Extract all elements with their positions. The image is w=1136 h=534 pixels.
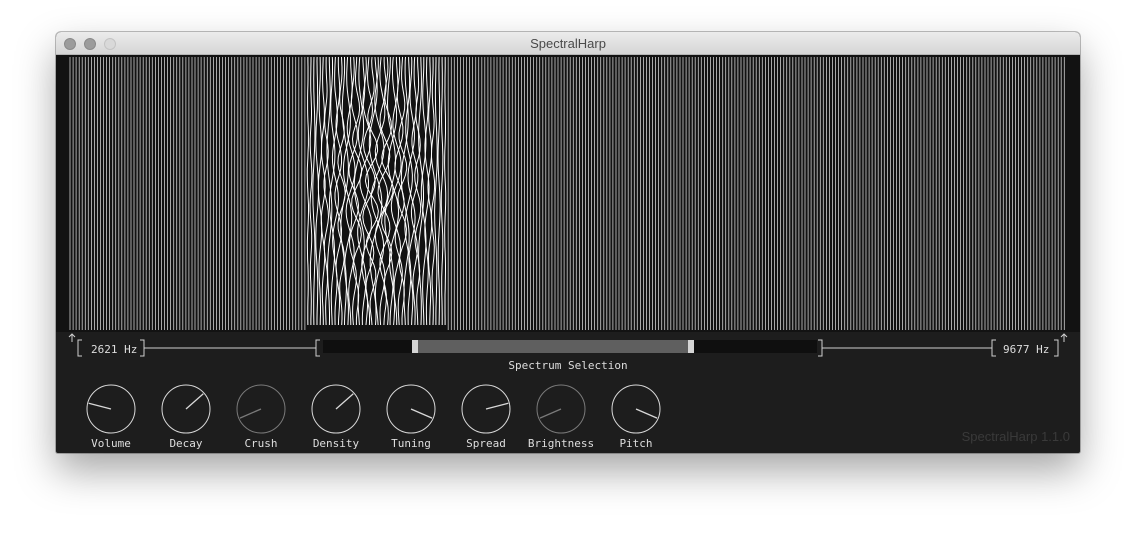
knob-pointer xyxy=(539,408,562,419)
knob-pointer xyxy=(485,402,509,410)
knob-pitch[interactable]: Pitch xyxy=(610,383,662,450)
app-window: SpectralHarp 2621 Hz 9677 Hz Spectrum Se… xyxy=(56,32,1080,453)
spectrum-selection-fill[interactable] xyxy=(417,340,688,353)
density-dial[interactable] xyxy=(310,383,362,435)
knob-pointer xyxy=(88,402,112,410)
knob-pointer xyxy=(185,393,204,410)
range-end-handle[interactable] xyxy=(688,340,694,353)
knob-pointer xyxy=(239,408,262,419)
knob-density[interactable]: Density xyxy=(310,383,362,450)
knob-brightness[interactable]: Brightness xyxy=(528,383,594,450)
harp-string xyxy=(430,56,436,326)
title-bar: SpectralHarp xyxy=(56,32,1080,55)
knob-label-crush: Crush xyxy=(244,437,278,450)
high-frequency-value[interactable]: 9677 Hz xyxy=(1003,343,1049,356)
harp-string xyxy=(312,56,316,326)
range-start-handle[interactable] xyxy=(412,340,418,353)
knob-crush[interactable]: Crush xyxy=(235,383,287,450)
version-label: SpectralHarp 1.1.0 xyxy=(961,429,1070,444)
harp-string xyxy=(444,57,447,325)
volume-dial[interactable] xyxy=(85,383,137,435)
crush-dial[interactable] xyxy=(235,383,287,435)
low-frequency-value[interactable]: 2621 Hz xyxy=(91,343,137,356)
knob-label-volume: Volume xyxy=(91,437,131,450)
knob-label-brightness: Brightness xyxy=(527,437,595,450)
spectrum-selection-label: Spectrum Selection xyxy=(508,359,628,372)
harp-string xyxy=(437,56,441,326)
harp-string xyxy=(309,57,313,325)
spectrum-strings-display[interactable] xyxy=(56,55,1080,332)
knob-decay[interactable]: Decay xyxy=(160,383,212,450)
tuning-dial[interactable] xyxy=(385,383,437,435)
knob-pointer xyxy=(335,393,354,410)
decay-dial[interactable] xyxy=(160,383,212,435)
knob-spread[interactable]: Spread xyxy=(460,383,512,450)
brightness-dial[interactable] xyxy=(535,383,587,435)
knob-label-density: Density xyxy=(312,437,360,450)
spread-dial[interactable] xyxy=(460,383,512,435)
harp-string xyxy=(345,57,356,326)
pitch-dial[interactable] xyxy=(610,383,662,435)
knob-tuning[interactable]: Tuning xyxy=(385,383,437,450)
knob-label-tuning: Tuning xyxy=(391,437,431,450)
knob-label-spread: Spread xyxy=(466,437,506,450)
knob-label-decay: Decay xyxy=(169,437,203,450)
knob-pointer xyxy=(410,408,433,419)
harp-string xyxy=(427,57,433,325)
harp-string xyxy=(404,56,413,326)
harp-string xyxy=(440,57,444,325)
knob-label-pitch: Pitch xyxy=(619,437,653,450)
window-title: SpectralHarp xyxy=(530,36,606,51)
harp-string xyxy=(400,56,410,326)
knob-volume[interactable]: Volume xyxy=(85,383,137,450)
harp-strings xyxy=(69,56,1065,330)
knob-pointer xyxy=(635,408,658,419)
harp-string xyxy=(317,56,323,326)
harp-string xyxy=(434,57,438,325)
harp-string xyxy=(306,57,309,326)
